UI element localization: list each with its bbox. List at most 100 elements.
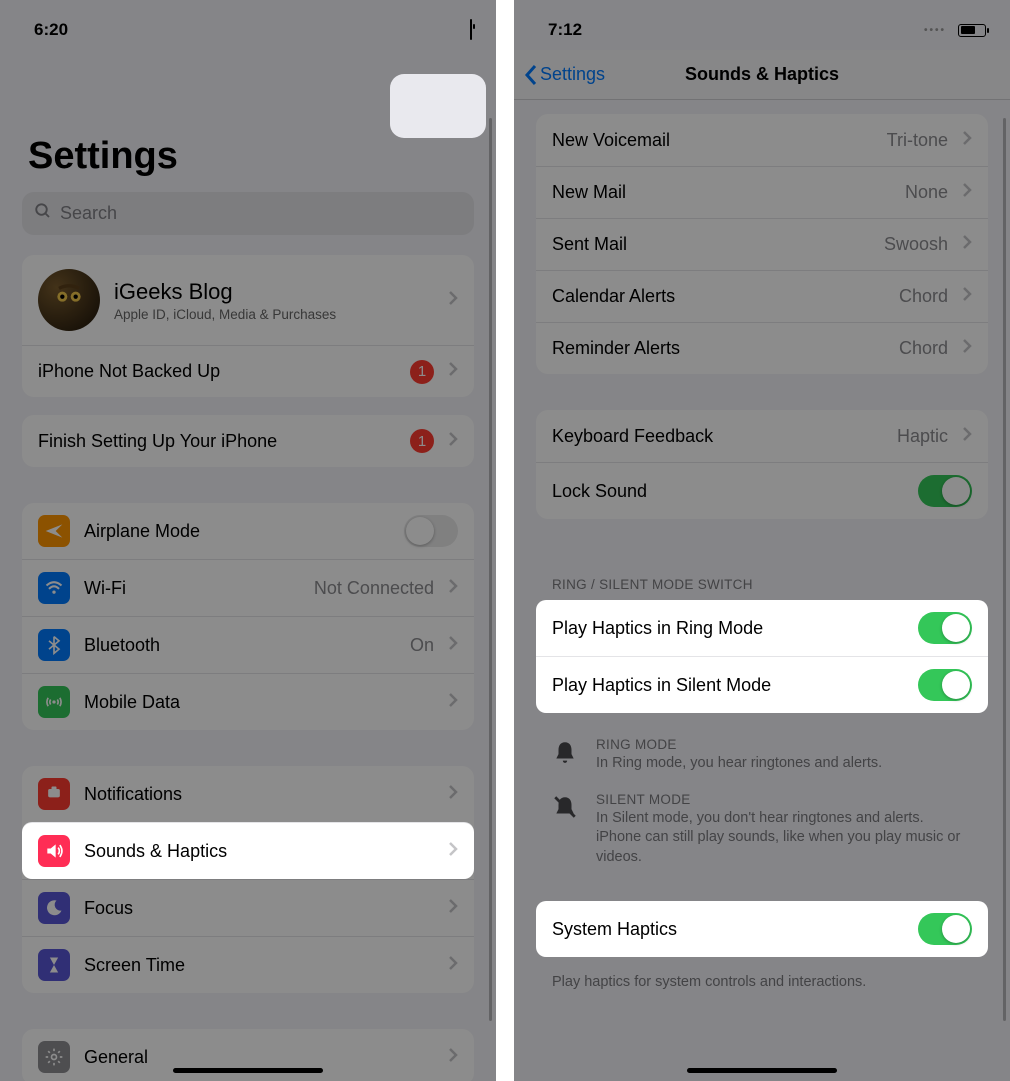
search-placeholder: Search (60, 203, 117, 224)
back-label: Settings (540, 64, 605, 85)
chevron-right-icon (448, 361, 458, 382)
row-value: Chord (899, 286, 948, 307)
keyboard-group: Keyboard Feedback Haptic Lock Sound (536, 410, 988, 519)
alerts-group: New Voicemail Tri-tone New Mail None Sen… (536, 114, 988, 374)
status-bar: 7:12 •••• (514, 0, 1010, 50)
scrollbar[interactable] (489, 118, 492, 1021)
focus-row[interactable]: Focus (22, 879, 474, 936)
finish-setup-row[interactable]: Finish Setting Up Your iPhone 1 (22, 415, 474, 467)
airplane-icon (38, 515, 70, 547)
back-button[interactable]: Settings (524, 64, 605, 86)
calendar-row[interactable]: Calendar Alerts Chord (536, 270, 988, 322)
ring-mode-desc: In Ring mode, you hear ringtones and ale… (596, 754, 882, 774)
system-haptics-toggle[interactable] (918, 913, 972, 945)
newmail-row[interactable]: New Mail None (536, 166, 988, 218)
floating-card (390, 74, 486, 138)
row-label: Keyboard Feedback (552, 426, 713, 447)
scrollbar[interactable] (1003, 118, 1006, 1021)
hourglass-icon (38, 949, 70, 981)
reminder-row[interactable]: Reminder Alerts Chord (536, 322, 988, 374)
row-label: System Haptics (552, 919, 677, 940)
bluetooth-row[interactable]: Bluetooth On (22, 616, 474, 673)
voicemail-row[interactable]: New Voicemail Tri-tone (536, 114, 988, 166)
row-value: Tri-tone (887, 130, 948, 151)
wifi-value: Not Connected (314, 578, 434, 599)
general-label: General (84, 1047, 148, 1068)
chevron-right-icon (448, 635, 458, 656)
finish-label: Finish Setting Up Your iPhone (38, 431, 277, 452)
lock-sound-toggle[interactable] (918, 475, 972, 507)
chevron-right-icon (962, 234, 972, 255)
focus-label: Focus (84, 898, 133, 919)
chevron-right-icon (962, 130, 972, 151)
bt-value: On (410, 635, 434, 656)
screentime-row[interactable]: Screen Time (22, 936, 474, 993)
finish-group: Finish Setting Up Your iPhone 1 (22, 415, 474, 467)
wifi-icon (38, 572, 70, 604)
status-time: 6:20 (34, 20, 68, 40)
notifications-label: Notifications (84, 784, 182, 805)
chevron-right-icon (448, 898, 458, 919)
backup-row[interactable]: iPhone Not Backed Up 1 (22, 345, 474, 397)
row-label: Play Haptics in Silent Mode (552, 675, 771, 696)
search-input[interactable]: Search (22, 192, 474, 235)
row-value: Haptic (897, 426, 948, 447)
haptics-ring-toggle[interactable] (918, 612, 972, 644)
signal-dots: •••• (924, 25, 946, 36)
status-right: •••• (924, 24, 986, 37)
chevron-right-icon (448, 431, 458, 452)
airplane-row[interactable]: Airplane Mode (22, 503, 474, 559)
airplane-toggle[interactable] (404, 515, 458, 547)
chevron-right-icon (962, 286, 972, 307)
gear-icon (38, 1041, 70, 1073)
wifi-label: Wi-Fi (84, 578, 126, 599)
row-label: New Voicemail (552, 130, 670, 151)
wifi-row[interactable]: Wi-Fi Not Connected (22, 559, 474, 616)
sounds-haptics-row[interactable]: Sounds & Haptics (22, 822, 474, 879)
notifications-row[interactable]: Notifications (22, 766, 474, 822)
chevron-right-icon (448, 692, 458, 713)
ring-silent-header: Ring / Silent Mode Switch (514, 555, 1010, 600)
battery-icon (958, 24, 986, 37)
profile-group: iGeeks Blog Apple ID, iCloud, Media & Pu… (22, 255, 474, 397)
status-bar: 6:20 (0, 0, 496, 50)
haptics-ring-row[interactable]: Play Haptics in Ring Mode (536, 600, 988, 656)
general-row[interactable]: General (22, 1029, 474, 1081)
mobile-data-row[interactable]: Mobile Data (22, 673, 474, 730)
notifications-icon (38, 778, 70, 810)
screentime-label: Screen Time (84, 955, 185, 976)
row-label: Sent Mail (552, 234, 627, 255)
row-label: Play Haptics in Ring Mode (552, 618, 763, 639)
sentmail-row[interactable]: Sent Mail Swoosh (536, 218, 988, 270)
row-label: Reminder Alerts (552, 338, 680, 359)
lock-sound-row[interactable]: Lock Sound (536, 462, 988, 519)
chevron-right-icon (962, 182, 972, 203)
keyboard-feedback-row[interactable]: Keyboard Feedback Haptic (536, 410, 988, 462)
attention-group: Notifications Sounds & Haptics Focus Scr… (22, 766, 474, 993)
airplane-label: Airplane Mode (84, 521, 200, 542)
nav-title: Sounds & Haptics (685, 64, 839, 85)
chevron-right-icon (448, 841, 458, 862)
chevron-right-icon (448, 578, 458, 599)
row-value: None (905, 182, 948, 203)
home-indicator[interactable] (687, 1068, 837, 1073)
row-label: Calendar Alerts (552, 286, 675, 307)
backup-label: iPhone Not Backed Up (38, 361, 220, 382)
status-time: 7:12 (548, 20, 582, 40)
profile-name: iGeeks Blog (114, 279, 336, 305)
sounds-haptics-screen: 7:12 •••• Settings Sounds & Haptics New … (514, 0, 1010, 1081)
nav-bar: Settings Sounds & Haptics (514, 50, 1010, 100)
badge: 1 (410, 429, 434, 453)
chevron-right-icon (448, 784, 458, 805)
haptics-silent-toggle[interactable] (918, 669, 972, 701)
haptics-silent-row[interactable]: Play Haptics in Silent Mode (536, 656, 988, 713)
profile-sub: Apple ID, iCloud, Media & Purchases (114, 307, 336, 322)
bt-label: Bluetooth (84, 635, 160, 656)
chevron-right-icon (962, 426, 972, 447)
home-indicator[interactable] (173, 1068, 323, 1073)
avatar (38, 269, 100, 331)
apple-id-row[interactable]: iGeeks Blog Apple ID, iCloud, Media & Pu… (22, 255, 474, 345)
system-haptics-row[interactable]: System Haptics (536, 901, 988, 957)
row-label: New Mail (552, 182, 626, 203)
ring-silent-group: Play Haptics in Ring Mode Play Haptics i… (536, 600, 988, 713)
